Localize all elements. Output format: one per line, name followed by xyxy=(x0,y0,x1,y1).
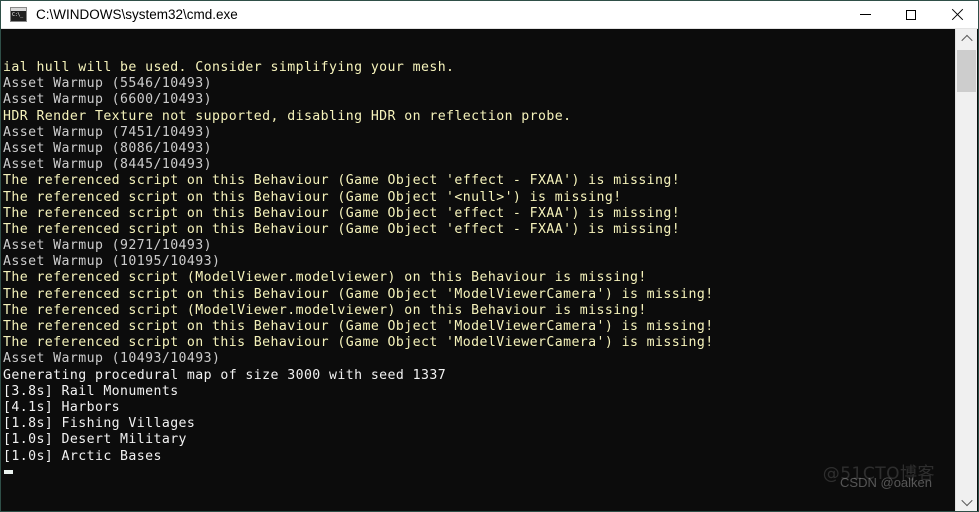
console-line: The referenced script on this Behaviour … xyxy=(3,205,681,221)
console-line: The referenced script on this Behaviour … xyxy=(3,286,714,302)
console-line: Asset Warmup (5546/10493) xyxy=(3,76,212,92)
console-line: Asset Warmup (7451/10493) xyxy=(3,124,212,140)
console-line: Asset Warmup (8445/10493) xyxy=(3,157,212,173)
window-title: C:\WINDOWS\system32\cmd.exe xyxy=(36,7,238,22)
title-bar[interactable]: C:\WINDOWS\system32\cmd.exe xyxy=(1,1,978,29)
chevron-up-icon xyxy=(960,34,973,46)
console-line: ial hull will be used. Consider simplify… xyxy=(3,60,455,75)
console-line: Asset Warmup (10493/10493) xyxy=(3,351,221,367)
console-line: Asset Warmup (8086/10493) xyxy=(3,140,212,156)
console-output-area[interactable]: ial hull will be used. Consider simplify… xyxy=(2,29,957,511)
scroll-up-button[interactable] xyxy=(956,29,977,48)
console-line: [1.0s] Arctic Bases xyxy=(3,448,162,464)
window-controls xyxy=(842,1,978,29)
console-line: The referenced script on this Behaviour … xyxy=(3,221,681,237)
console-line: [4.1s] Harbors xyxy=(3,399,121,415)
watermark-secondary: CSDN @oalken xyxy=(840,475,932,490)
console-line: [1.8s] Fishing Villages xyxy=(3,416,196,432)
console-line: The referenced script (ModelViewer.model… xyxy=(3,302,647,318)
console-line: [1.0s] Desert Military xyxy=(3,432,187,448)
title-bar-left: C:\WINDOWS\system32\cmd.exe xyxy=(1,7,842,22)
console-line: Generating procedural map of size 3000 w… xyxy=(3,367,447,383)
cmd-window: C:\WINDOWS\system32\cmd.exe ial hull wil… xyxy=(0,0,979,512)
cmd-console-icon xyxy=(10,7,27,22)
console-line: The referenced script on this Behaviour … xyxy=(3,173,681,189)
console-line: The referenced script (ModelViewer.model… xyxy=(3,270,647,286)
console-line: Asset Warmup (10195/10493) xyxy=(3,254,221,270)
console-line: Asset Warmup (6600/10493) xyxy=(3,92,212,108)
scrollbar-thumb[interactable] xyxy=(957,50,976,92)
text-cursor xyxy=(4,470,13,474)
console-line: The referenced script on this Behaviour … xyxy=(3,319,714,334)
maximize-button[interactable] xyxy=(888,1,934,29)
minimize-icon xyxy=(859,14,871,15)
maximize-icon xyxy=(906,9,916,20)
console-line: The referenced script on this Behaviour … xyxy=(3,335,714,351)
vertical-scrollbar[interactable] xyxy=(955,29,977,511)
console-line: HDR Render Texture not supported, disabl… xyxy=(3,108,572,124)
chevron-down-icon xyxy=(960,494,973,506)
console-line: The referenced script on this Behaviour … xyxy=(3,189,622,205)
console-line: Asset Warmup (9271/10493) xyxy=(3,238,212,254)
close-icon xyxy=(951,9,963,21)
close-button[interactable] xyxy=(934,1,978,29)
scroll-down-button[interactable] xyxy=(956,492,977,511)
console-line-list: ial hull will be used. Consider simplify… xyxy=(2,60,957,465)
console-line: [3.8s] Rail Monuments xyxy=(3,383,179,399)
minimize-button[interactable] xyxy=(842,1,888,29)
